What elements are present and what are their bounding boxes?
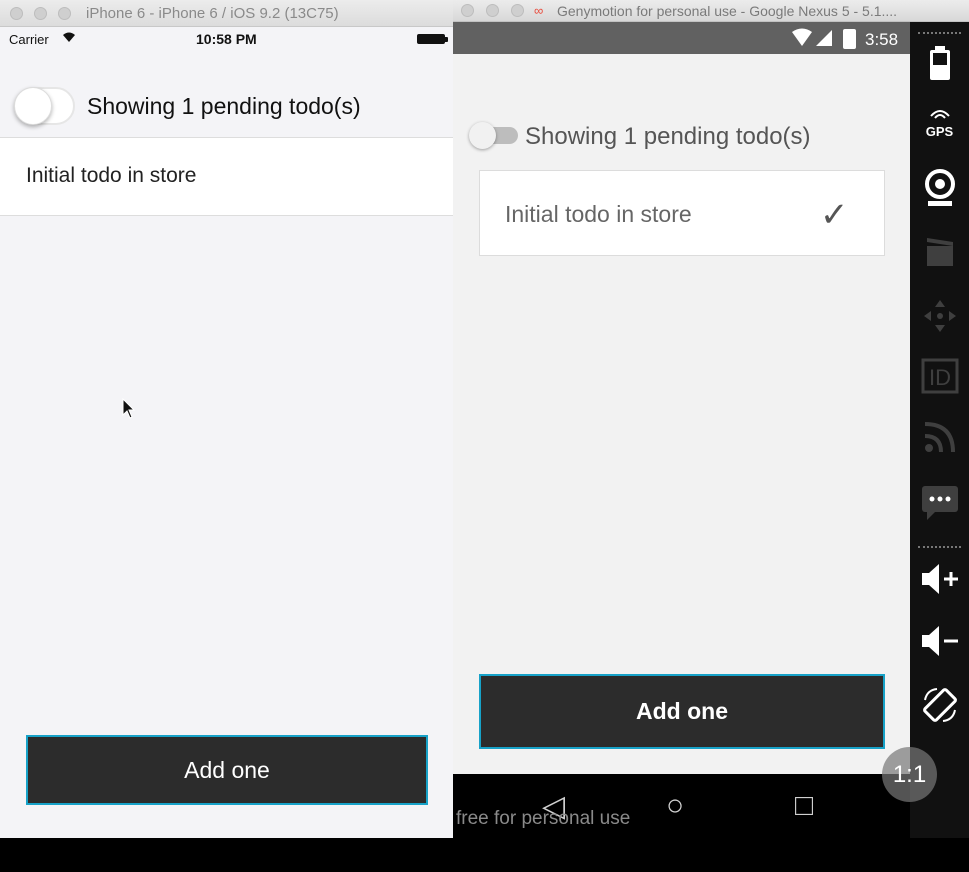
svg-text:ID: ID (929, 365, 951, 390)
battery-tip-icon (445, 37, 448, 42)
ios-window-title: iPhone 6 - iPhone 6 / iOS 9.2 (13C75) (86, 5, 339, 22)
home-icon[interactable]: ○ (666, 789, 684, 823)
move-arrows-icon[interactable] (910, 298, 969, 341)
android-switch-thumb[interactable] (469, 122, 496, 149)
device-id-icon[interactable]: ID (910, 358, 969, 401)
gps-label: GPS (925, 124, 954, 139)
volume-down-icon[interactable] (910, 624, 969, 665)
toolbar-grip (918, 32, 961, 36)
gm-minimize-window-button[interactable] (486, 4, 499, 17)
webcam-widget-icon[interactable] (910, 168, 969, 215)
zoom-window-button[interactable] (58, 7, 71, 20)
android-battery-icon (843, 29, 856, 49)
personal-use-watermark: free for personal use (456, 808, 631, 829)
ios-simulator-window (0, 0, 453, 838)
gm-zoom-window-button[interactable] (511, 4, 524, 17)
ios-clock: 10:58 PM (196, 31, 257, 47)
battery-widget-icon[interactable] (910, 46, 969, 87)
android-status-bar (453, 22, 910, 54)
sms-message-icon[interactable] (910, 484, 969, 527)
ios-todo-text: Initial todo in store (26, 164, 197, 187)
wifi-icon (62, 31, 76, 46)
gm-close-window-button[interactable] (461, 4, 474, 17)
ios-add-one-button[interactable]: Add one (26, 735, 428, 805)
recents-icon[interactable]: □ (795, 789, 813, 823)
ios-pending-count-label: Showing 1 pending todo(s) (87, 93, 361, 119)
android-app-content (453, 54, 910, 774)
minimize-window-button[interactable] (34, 7, 47, 20)
close-window-button[interactable] (10, 7, 23, 20)
rss-feed-icon[interactable] (910, 420, 969, 461)
android-add-one-button[interactable]: Add one (479, 674, 885, 749)
android-todo-text: Initial todo in store (505, 201, 692, 227)
pixel-perfect-fab[interactable]: 1:1 (882, 747, 937, 802)
android-clock: 3:58 (865, 30, 899, 49)
wifi-signal-icon (792, 28, 836, 53)
volume-up-icon[interactable] (910, 562, 969, 603)
ios-carrier-label: Carrier (9, 32, 49, 47)
battery-icon (417, 34, 445, 44)
toolbar-grip (918, 546, 961, 550)
desktop-bottom-bar (0, 838, 969, 872)
genymotion-logo-icon: ∞ (534, 3, 544, 18)
checkmark-icon[interactable]: ✓ (820, 195, 849, 235)
clapperboard-icon[interactable] (910, 234, 969, 275)
genymotion-window-title: Genymotion for personal use - Google Nex… (557, 3, 898, 19)
android-pending-count-label: Showing 1 pending todo(s) (525, 123, 811, 150)
ios-switch-knob[interactable] (14, 87, 52, 125)
rotate-device-icon[interactable] (910, 686, 969, 731)
